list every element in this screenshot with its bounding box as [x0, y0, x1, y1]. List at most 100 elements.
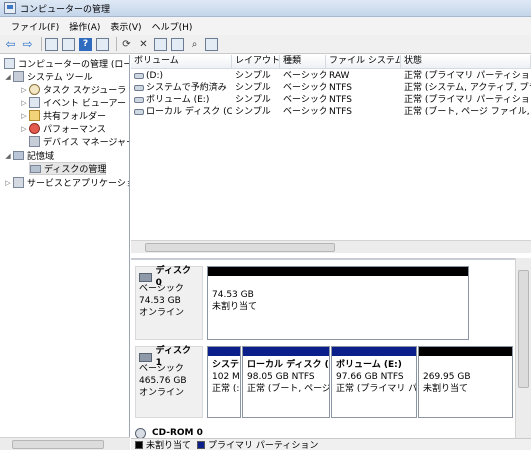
- partition-color-band: [208, 347, 240, 356]
- partition-system-reserved[interactable]: システ 102 MI 正常 (:: [207, 346, 241, 418]
- volume-list: ボリューム レイアウト 種類 ファイル システム 状態 (D:) シンプル ベー…: [131, 55, 531, 255]
- tree-item-label: タスク スケジューラ: [43, 86, 127, 96]
- volume-icon: [134, 96, 144, 103]
- table-row[interactable]: ローカル ディスク (C:) シンプル ベーシック NTFS 正常 (ブート, …: [131, 106, 531, 118]
- show-hide-tree-icon[interactable]: [62, 37, 75, 51]
- cdrom-label[interactable]: CD-ROM 0: [135, 426, 495, 438]
- toolbar-separator: [41, 37, 42, 51]
- disk-0-label[interactable]: ディスク 0 ベーシック 74.53 GB オンライン: [135, 266, 203, 340]
- tree-item-event-viewer[interactable]: ▷ イベント ビューアー: [20, 96, 126, 109]
- disk-name: ディスク 1: [139, 346, 199, 368]
- disk-view-vertical-scrollbar[interactable]: [515, 258, 531, 438]
- column-header-status[interactable]: 状態: [401, 55, 531, 69]
- settings-icon[interactable]: [205, 37, 218, 51]
- expand-arrow-icon[interactable]: ▷: [20, 112, 28, 120]
- back-arrow-icon[interactable]: ⇦: [4, 37, 17, 51]
- expand-arrow-icon[interactable]: ▷: [20, 125, 28, 133]
- volume-list-horizontal-scrollbar[interactable]: [131, 240, 531, 253]
- toolbar-separator: [116, 37, 117, 51]
- partition-status: 正常 (:: [212, 384, 240, 394]
- computer-icon: [4, 58, 15, 69]
- collapse-arrow-icon[interactable]: ◢: [4, 152, 12, 160]
- forward-arrow-icon[interactable]: ⇨: [21, 37, 34, 51]
- partition-status: 未割り当て: [423, 384, 469, 394]
- disk-size: 74.53 GB: [139, 296, 181, 306]
- tree-item-performance[interactable]: ▷ パフォーマンス: [20, 122, 106, 135]
- partition-size: 98.05 GB NTFS: [247, 372, 315, 382]
- tree-item-disk-management[interactable]: ディスクの管理: [29, 162, 106, 175]
- title-bar: コンピューターの管理: [0, 0, 531, 17]
- tree-item-device-manager[interactable]: デバイス マネージャー: [29, 135, 129, 148]
- expand-arrow-icon[interactable]: ▷: [20, 86, 28, 94]
- menu-file[interactable]: ファイル(F): [6, 20, 64, 33]
- tree-item-label: 記憶域: [27, 152, 55, 162]
- navigation-tree: コンピューターの管理 (ローカ ◢ システム ツール ▷ タスク スケジューラ …: [0, 55, 130, 450]
- partition-local-disk-c[interactable]: ローカル ディスク ( 98.05 GB NTFS 正常 (ブート, ページ: [242, 346, 330, 418]
- partition-color-band: [208, 267, 468, 276]
- column-header-filesystem[interactable]: ファイル システム: [326, 55, 401, 69]
- computer-management-icon: [4, 2, 16, 14]
- scrollbar-thumb[interactable]: [145, 243, 335, 252]
- tree-horizontal-scrollbar[interactable]: [0, 437, 130, 450]
- tree-item-label: ディスクの管理: [44, 165, 107, 175]
- table-row[interactable]: システムで予約済み シンプル ベーシック NTFS 正常 (システム, アクティ…: [131, 82, 531, 94]
- tree-item-computer-management[interactable]: コンピューターの管理 (ローカ: [4, 57, 130, 70]
- performance-icon: [29, 123, 40, 134]
- cell-volume: (D:): [146, 71, 163, 81]
- partition-unallocated[interactable]: 269.95 GB 未割り当て: [418, 346, 513, 418]
- column-header-type[interactable]: 種類: [280, 55, 326, 69]
- collapse-arrow-icon[interactable]: ◢: [4, 73, 12, 81]
- partition-status: 正常 (ブート, ページ: [247, 384, 330, 394]
- volume-icon: [134, 84, 144, 91]
- menu-help[interactable]: ヘルプ(H): [147, 20, 198, 33]
- partition-size: 97.66 GB NTFS: [336, 372, 404, 382]
- cell-type: ベーシック: [283, 95, 326, 105]
- disk-1-label[interactable]: ディスク 1 ベーシック 465.76 GB オンライン: [135, 346, 203, 418]
- partition-unallocated[interactable]: 74.53 GB 未割り当て: [207, 266, 469, 340]
- cell-status: 正常 (ブート, ページ ファイル, 69: [404, 107, 531, 117]
- partition-size: 74.53 GB: [212, 290, 254, 300]
- properties-icon[interactable]: [96, 37, 109, 51]
- tree-item-storage[interactable]: ◢ 記憶域: [4, 149, 54, 162]
- scrollbar-thumb[interactable]: [518, 270, 529, 388]
- cell-volume: ローカル ディスク (C:): [146, 107, 232, 117]
- column-header-layout[interactable]: レイアウト: [232, 55, 280, 69]
- clock-icon: [29, 84, 40, 95]
- tree-item-task-scheduler[interactable]: ▷ タスク スケジューラ: [20, 83, 126, 96]
- new-window-icon[interactable]: [154, 37, 167, 51]
- search-icon[interactable]: ⌕: [188, 38, 201, 51]
- partition-title: ローカル ディスク (: [247, 360, 329, 370]
- toolbar: ⇦ ⇨ ? ⟳ ✕ ⌕: [0, 35, 531, 54]
- tree-item-shared-folders[interactable]: ▷ 共有フォルダー: [20, 109, 106, 122]
- table-row[interactable]: (D:) シンプル ベーシック RAW 正常 (プライマリ パーティション: [131, 70, 531, 82]
- expand-arrow-icon[interactable]: ▷: [20, 99, 28, 107]
- cell-filesystem: RAW: [329, 71, 350, 81]
- cell-type: ベーシック: [283, 71, 326, 81]
- expand-arrow-icon[interactable]: ▷: [4, 179, 12, 187]
- partition-volume-e[interactable]: ボリューム (E:) 97.66 GB NTFS 正常 (プライマリ パー: [331, 346, 417, 418]
- menu-action[interactable]: 操作(A): [64, 20, 105, 33]
- up-folder-icon[interactable]: [45, 37, 58, 51]
- cell-type: ベーシック: [283, 83, 326, 93]
- legend-label-primary: プライマリ パーティション: [208, 441, 319, 450]
- cell-type: ベーシック: [283, 107, 326, 117]
- menu-view[interactable]: 表示(V): [105, 20, 146, 33]
- legend-swatch-primary: [197, 440, 206, 449]
- tree-item-system-tools[interactable]: ◢ システム ツール: [4, 70, 93, 83]
- tree-item-label: コンピューターの管理 (ローカ: [18, 60, 130, 70]
- scrollbar-thumb[interactable]: [12, 440, 104, 449]
- volume-list-header: ボリューム レイアウト 種類 ファイル システム 状態: [131, 55, 531, 69]
- cell-status: 正常 (プライマリ パーティション: [404, 95, 531, 105]
- table-row[interactable]: ボリューム (E:) シンプル ベーシック NTFS 正常 (プライマリ パーテ…: [131, 94, 531, 106]
- refresh-icon[interactable]: ⟳: [120, 38, 133, 51]
- device-manager-icon: [29, 136, 40, 147]
- export-icon[interactable]: [171, 37, 184, 51]
- help-icon[interactable]: ?: [79, 37, 92, 51]
- delete-icon[interactable]: ✕: [137, 38, 150, 51]
- window-title: コンピューターの管理: [20, 4, 111, 15]
- legend-swatch-unallocated: [135, 440, 143, 449]
- tree-item-services-applications[interactable]: ▷ サービスとアプリケーショ: [4, 176, 129, 189]
- partition-size: 269.95 GB: [423, 372, 471, 382]
- column-header-volume[interactable]: ボリューム: [131, 55, 232, 69]
- partition-size: 102 MI: [212, 372, 241, 382]
